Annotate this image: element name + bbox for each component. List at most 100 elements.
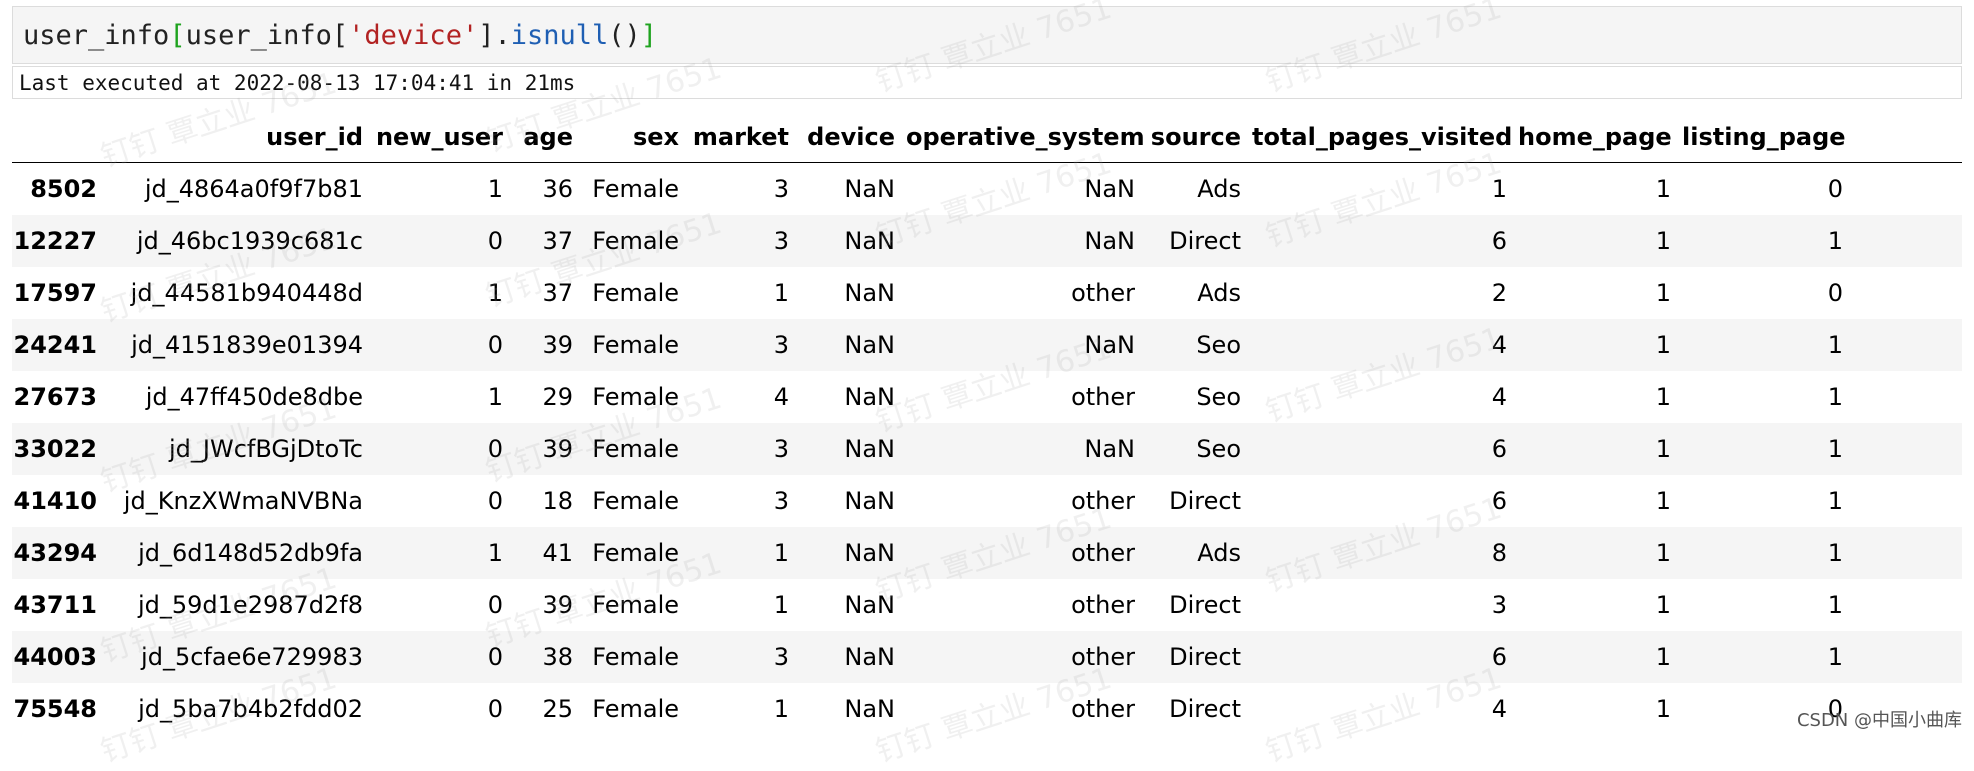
table-cell: NaN	[844, 487, 895, 515]
table-row: 17597 jd_44581b940448d 1 37 Female 1 NaN other A…	[12, 267, 1962, 319]
table-cell: jd_59d1e2987d2f8	[137, 591, 363, 619]
table-cell: 25	[542, 695, 573, 723]
row-index: 43711	[13, 591, 98, 619]
table-row: 44003 jd_5cfae6e729983 0 38 Female 3 NaN other D…	[12, 631, 1962, 683]
table-cell: Female	[592, 175, 679, 203]
table-cell: jd_4151839e01394	[131, 331, 363, 359]
table-cell	[1854, 423, 1962, 475]
table-cell: jd_44581b940448d	[130, 279, 363, 307]
table-cell: 1	[1827, 383, 1843, 411]
row-index: 75548	[13, 695, 98, 723]
table-cell	[1854, 579, 1962, 631]
column-header: market	[690, 112, 800, 163]
table-cell: 4	[773, 383, 789, 411]
table-cell	[1854, 631, 1962, 683]
table-cell: 1	[487, 279, 503, 307]
table-cell: 39	[542, 331, 573, 359]
table-cell: 1	[1827, 487, 1843, 515]
table-cell	[1854, 527, 1962, 579]
table-cell: 1	[1827, 227, 1843, 255]
table-cell	[1854, 163, 1962, 216]
table-cell: 1	[1655, 175, 1671, 203]
table-cell: 1	[1655, 695, 1671, 723]
table-cell: Female	[592, 279, 679, 307]
table-cell: other	[1071, 643, 1135, 671]
table-cell: jd_6d148d52db9fa	[138, 539, 363, 567]
column-header: user_id	[108, 112, 374, 163]
table-cell: 1	[1655, 279, 1671, 307]
output-table-container[interactable]: user_id new_user age sex market device operati…	[12, 112, 1962, 732]
table-cell: 1	[1655, 591, 1671, 619]
table-cell: other	[1071, 695, 1135, 723]
table-cell: 4	[1491, 331, 1507, 359]
table-cell: 8	[1491, 539, 1507, 567]
table-cell: NaN	[844, 643, 895, 671]
table-cell: NaN	[844, 695, 895, 723]
table-cell: 1	[1655, 643, 1671, 671]
table-cell: 1	[1827, 591, 1843, 619]
table-cell: Female	[592, 643, 679, 671]
code-var: user_info	[185, 20, 332, 51]
code-line[interactable]: user_info[user_info['device'].isnull()]	[23, 19, 657, 53]
table-cell: Female	[592, 331, 679, 359]
table-cell: 36	[542, 175, 573, 203]
table-cell: jd_KnzXWmaNVBNa	[123, 487, 363, 515]
table-cell: 39	[542, 435, 573, 463]
table-cell: other	[1071, 487, 1135, 515]
table-cell: 0	[487, 591, 503, 619]
code-bracket: ]	[478, 20, 495, 51]
table-cell: Direct	[1169, 487, 1241, 515]
table-cell: 3	[773, 435, 789, 463]
header-row: user_id new_user age sex market device operati…	[12, 112, 1962, 163]
table-cell: Direct	[1169, 227, 1241, 255]
table-cell: 1	[773, 695, 789, 723]
table-cell: 1	[1655, 227, 1671, 255]
column-header: new_user	[374, 112, 514, 163]
table-cell: 38	[542, 643, 573, 671]
table-row: 24241 jd_4151839e01394 0 39 Female 3 NaN NaN Seo…	[12, 319, 1962, 371]
execution-status-bar: Last executed at 2022-08-13 17:04:41 in …	[12, 66, 1962, 99]
table-cell: jd_5cfae6e729983	[141, 643, 363, 671]
table-cell: 1	[487, 175, 503, 203]
table-cell: 1	[1827, 331, 1843, 359]
table-cell: 0	[1827, 175, 1843, 203]
table-cell: other	[1071, 383, 1135, 411]
table-cell: 0	[487, 331, 503, 359]
code-method: isnull	[510, 20, 609, 51]
table-cell: 1	[1655, 331, 1671, 359]
table-cell: Direct	[1169, 591, 1241, 619]
table-row: 8502 jd_4864a0f9f7b81 1 36 Female 3 NaN NaN Ads 1…	[12, 163, 1962, 216]
row-index: 12227	[13, 227, 98, 255]
table-cell: Female	[592, 435, 679, 463]
table-cell: NaN	[1084, 227, 1135, 255]
code-bracket: [	[169, 20, 186, 51]
code-cell[interactable]: user_info[user_info['device'].isnull()]	[12, 6, 1962, 64]
code-string: 'device'	[348, 20, 479, 51]
table-cell: other	[1071, 279, 1135, 307]
table-cell: Female	[592, 383, 679, 411]
column-header: source	[1146, 112, 1252, 163]
table-cell: 6	[1491, 227, 1507, 255]
row-index: 44003	[13, 643, 98, 671]
table-cell: 0	[487, 643, 503, 671]
table-cell: Female	[592, 695, 679, 723]
table-cell: 6	[1491, 643, 1507, 671]
table-cell: 1	[1655, 383, 1671, 411]
table-cell: Ads	[1197, 539, 1241, 567]
table-cell: 1	[1827, 435, 1843, 463]
column-header: operative_system	[906, 112, 1146, 163]
table-cell: Female	[592, 591, 679, 619]
code-var: user_info	[23, 20, 170, 51]
table-cell: 3	[773, 227, 789, 255]
row-index: 8502	[30, 175, 97, 203]
table-cell: 37	[542, 227, 573, 255]
table-cell: 3	[773, 175, 789, 203]
table-cell: NaN	[844, 227, 895, 255]
table-cell: NaN	[844, 175, 895, 203]
table-cell: Seo	[1196, 383, 1241, 411]
column-header: product	[1854, 112, 1962, 163]
table-cell: Seo	[1196, 331, 1241, 359]
table-cell: 0	[487, 435, 503, 463]
table-row: 27673 jd_47ff450de8dbe 1 29 Female 4 NaN other S…	[12, 371, 1962, 423]
table-cell: jd_5ba7b4b2fdd02	[138, 695, 363, 723]
